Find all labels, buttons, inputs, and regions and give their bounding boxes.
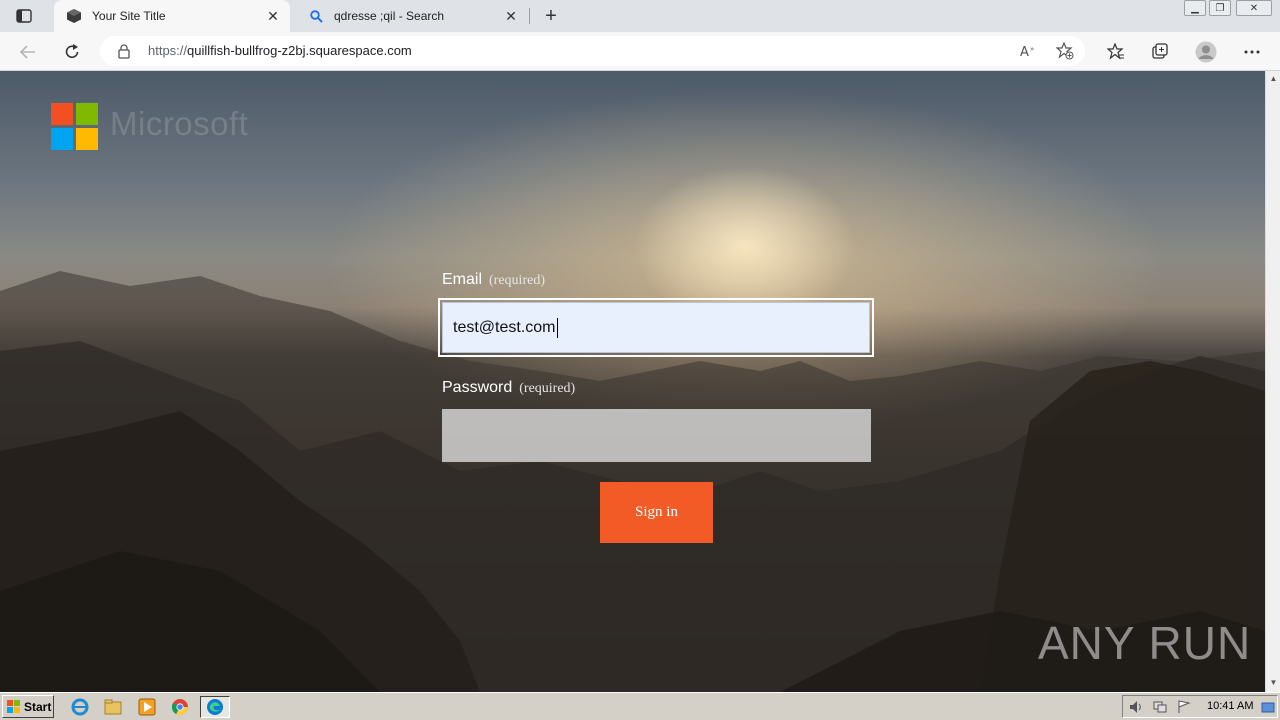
watermark-text: ANY RUN — [1038, 617, 1252, 669]
volume-icon[interactable] — [1129, 700, 1143, 714]
password-label-text: Password — [442, 379, 513, 396]
back-button[interactable] — [14, 38, 42, 66]
sign-in-button[interactable]: Sign in — [600, 482, 713, 543]
start-button[interactable]: Start — [2, 695, 54, 718]
address-bar[interactable]: https://quillfish-bullfrog-z2bj.squaresp… — [100, 36, 1085, 66]
profile-button[interactable] — [1192, 38, 1220, 66]
start-label: Start — [24, 699, 52, 714]
page-viewport: Microsoft Email (required) test@test.com… — [0, 71, 1265, 692]
tab-close-icon[interactable]: ✕ — [500, 5, 522, 27]
show-desktop-icon[interactable] — [1261, 700, 1275, 714]
microsoft-logo-icon — [51, 103, 98, 150]
lock-icon[interactable] — [116, 43, 132, 59]
email-required-note: (required) — [489, 273, 545, 288]
email-value: test@test.com — [453, 318, 556, 336]
logo-square-green — [76, 103, 98, 125]
edge-icon[interactable] — [200, 696, 230, 718]
taskbar: Start 10:41 AM — [0, 692, 1280, 720]
password-required-note: (required) — [519, 381, 576, 396]
vertical-scrollbar[interactable]: ▲ ▼ — [1265, 71, 1280, 692]
tab-close-icon[interactable]: ✕ — [262, 5, 284, 27]
ie-icon[interactable] — [69, 696, 91, 718]
collections-icon — [1152, 43, 1168, 59]
login-form: Email (required) test@test.com Password … — [438, 271, 874, 543]
email-label-text: Email — [442, 271, 483, 288]
logo-square-blue — [51, 128, 73, 150]
system-tray: 10:41 AM — [1122, 695, 1278, 718]
tab-title: qdresse ;qil - Search — [334, 9, 445, 23]
url-protocol: https:// — [148, 43, 188, 58]
url-host: quillfish-bullfrog-z2bj.squarespace.com — [187, 43, 412, 58]
refresh-icon — [65, 44, 79, 58]
settings-more-button[interactable] — [1238, 38, 1266, 66]
close-window-button[interactable]: ✕ — [1236, 0, 1272, 16]
anyrun-watermark: ANY RUN — [1038, 611, 1251, 675]
svg-text:»: » — [1030, 45, 1034, 53]
browser-toolbar: https://quillfish-bullfrog-z2bj.squaresp… — [0, 32, 1280, 71]
minimize-button[interactable]: ▁ — [1184, 0, 1206, 16]
tab-actions-button[interactable] — [8, 6, 40, 26]
email-label: Email (required) — [442, 271, 874, 293]
media-player-icon[interactable] — [136, 696, 158, 718]
clock[interactable]: 10:41 AM — [1207, 700, 1253, 712]
refresh-button[interactable] — [58, 38, 86, 66]
tab-your-site-title[interactable]: Your Site Title ✕ — [54, 0, 290, 32]
logo-square-red — [51, 103, 73, 125]
arrow-left-icon — [19, 45, 35, 59]
password-field[interactable] — [442, 409, 871, 462]
scroll-up-arrow-icon[interactable]: ▲ — [1269, 74, 1278, 83]
brand-wordmark: Microsoft — [110, 105, 249, 142]
windows-flag-icon — [7, 699, 20, 713]
tab-strip: Your Site Title ✕ qdresse ;qil - Search … — [0, 0, 1280, 32]
search-icon — [308, 8, 324, 24]
restore-button[interactable]: ❐ — [1209, 0, 1231, 16]
password-label: Password (required) — [442, 379, 575, 401]
network-icon[interactable] — [1153, 700, 1167, 714]
logo-square-yellow — [76, 128, 98, 150]
add-favorite-icon[interactable] — [1054, 40, 1076, 62]
svg-text:A: A — [1020, 45, 1029, 59]
url-text[interactable]: https://quillfish-bullfrog-z2bj.squaresp… — [148, 43, 412, 58]
favorites-button[interactable] — [1102, 38, 1130, 66]
scroll-down-arrow-icon[interactable]: ▼ — [1269, 678, 1278, 687]
more-dots-icon — [1244, 50, 1260, 54]
tab-actions-icon — [16, 9, 32, 23]
favorites-icon — [1107, 43, 1124, 60]
text-caret — [556, 317, 558, 338]
file-explorer-icon[interactable] — [102, 696, 124, 718]
avatar-icon — [1195, 41, 1217, 63]
landscape-background — [0, 271, 1265, 692]
tab-search[interactable]: qdresse ;qil - Search ✕ — [296, 0, 528, 32]
tab-title: Your Site Title — [92, 9, 166, 23]
email-field[interactable]: test@test.com — [442, 302, 870, 353]
action-center-flag-icon[interactable] — [1177, 700, 1191, 714]
chrome-icon[interactable] — [169, 696, 191, 718]
tab-divider — [529, 8, 530, 24]
collections-button[interactable] — [1146, 38, 1174, 66]
read-aloud-icon[interactable]: A» — [1018, 40, 1040, 62]
email-focus-ring: test@test.com — [438, 298, 874, 357]
new-tab-button[interactable]: + — [538, 4, 564, 28]
squarespace-cube-icon — [66, 8, 82, 24]
